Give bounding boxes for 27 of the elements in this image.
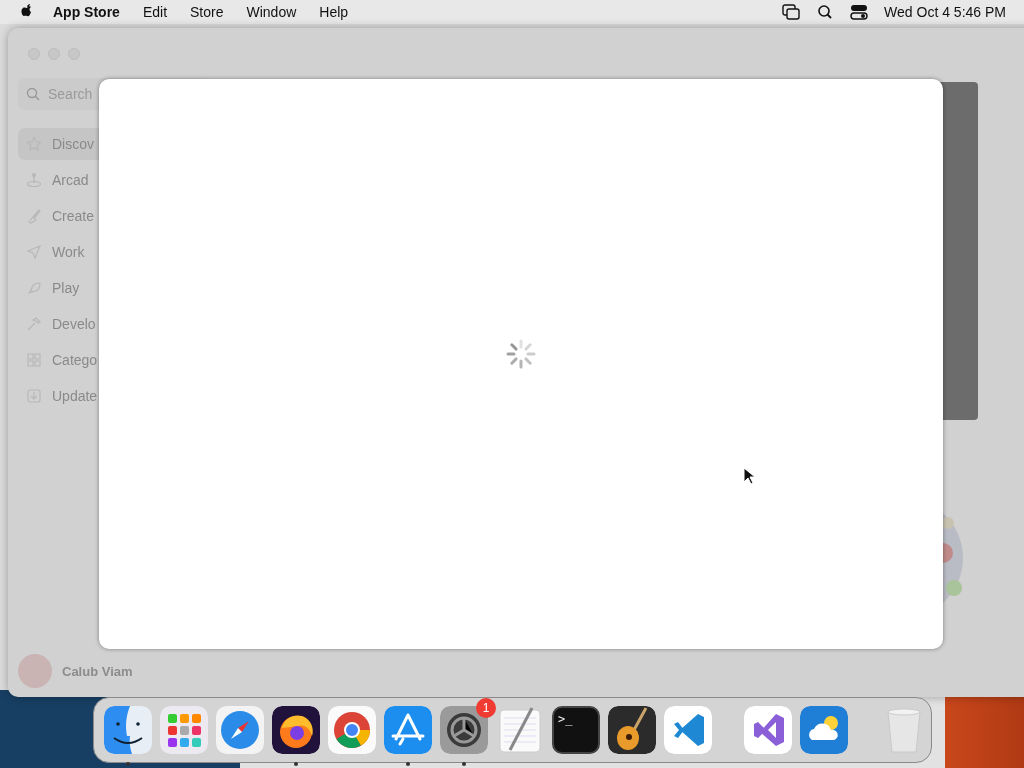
download-icon xyxy=(26,388,42,404)
menu-item[interactable]: Edit xyxy=(142,4,167,20)
app-store-icon[interactable] xyxy=(384,706,432,754)
terminal-icon[interactable]: >_ xyxy=(552,706,600,754)
loading-spinner-icon xyxy=(504,337,538,371)
ide-icon[interactable] xyxy=(744,706,792,754)
menu-item[interactable]: Help xyxy=(319,4,349,20)
guitar-icon[interactable] xyxy=(608,706,656,754)
paper-plane-icon xyxy=(26,244,42,260)
code-editor-icon[interactable] xyxy=(664,706,712,754)
brush-icon xyxy=(26,208,42,224)
compass-icon[interactable] xyxy=(216,706,264,754)
control-center-icon[interactable] xyxy=(850,4,869,20)
menu-item[interactable]: Window xyxy=(246,4,297,20)
menu-bar-clock: Wed Oct 4 5:46 PM xyxy=(884,4,1006,20)
app-grid-icon[interactable] xyxy=(160,706,208,754)
joystick-icon xyxy=(26,172,42,188)
fox-globe-icon[interactable] xyxy=(272,706,320,754)
hammer-icon xyxy=(26,316,42,332)
face-icon[interactable] xyxy=(104,706,152,754)
screen-mirroring-icon[interactable] xyxy=(782,4,801,20)
menu-item[interactable]: Store xyxy=(190,4,224,20)
notification-badge: 1 xyxy=(476,698,496,718)
app-menu[interactable]: App Store xyxy=(53,4,120,20)
cloud-sun-icon[interactable] xyxy=(800,706,848,754)
cursor-icon xyxy=(743,467,755,485)
search-icon xyxy=(26,87,40,101)
